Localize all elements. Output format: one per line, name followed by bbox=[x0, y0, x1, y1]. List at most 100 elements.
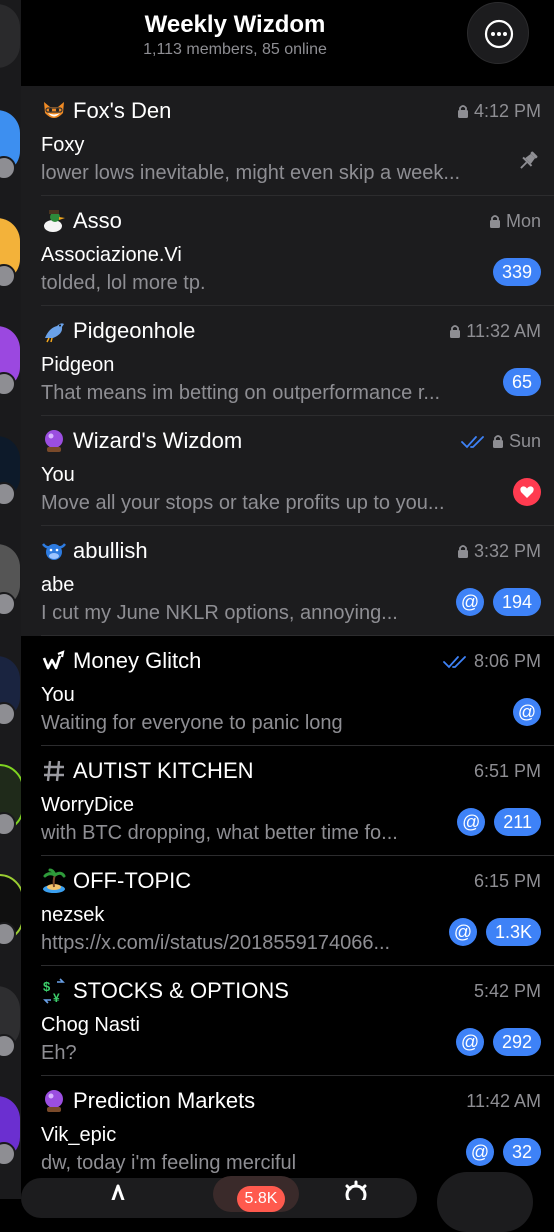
chat-title: Asso bbox=[73, 208, 122, 233]
unread-count-badge: 339 bbox=[492, 258, 541, 286]
page-title[interactable]: Weekly Wizdom bbox=[21, 11, 449, 39]
chat-row[interactable]: OFF-TOPIC 6:15 PM nezsek https://x.com/i/st… bbox=[21, 856, 554, 966]
ellipsis-icon bbox=[484, 19, 514, 49]
chat-meta: 6:15 PM bbox=[474, 871, 541, 892]
unread-count-badge: 292 bbox=[492, 1028, 541, 1056]
mention-badge[interactable]: @ bbox=[465, 1138, 494, 1166]
lock-icon bbox=[450, 325, 461, 338]
chat-row[interactable]: Pidgeonhole 11:32 AM Pidgeon That means im … bbox=[21, 306, 554, 416]
mention-badge[interactable]: @ bbox=[457, 808, 486, 836]
folder-avatar[interactable] bbox=[0, 4, 20, 68]
contacts-icon[interactable] bbox=[105, 1184, 131, 1200]
heart-icon bbox=[520, 486, 534, 498]
at-sign-icon: @ bbox=[453, 921, 473, 942]
chat-badges: @194 bbox=[447, 588, 541, 616]
chat-row[interactable]: AUTIST KITCHEN 6:51 PM WorryDice with BTC d… bbox=[21, 746, 554, 856]
chats-tab[interactable]: 5.8K bbox=[213, 1176, 299, 1212]
chat-title: STOCKS & OPTIONS bbox=[73, 978, 289, 1003]
chat-title: abullish bbox=[73, 538, 148, 563]
chat-name: Asso bbox=[41, 208, 122, 234]
duck-emoji-icon bbox=[41, 208, 67, 234]
chat-row[interactable]: abullish 3:32 PM abe I cut my June NKLR opt… bbox=[21, 526, 554, 636]
more-options-button[interactable] bbox=[467, 2, 529, 64]
chat-name: Money Glitch bbox=[41, 648, 201, 674]
double-check-icon bbox=[443, 655, 466, 668]
chat-name: Fox's Den bbox=[41, 98, 171, 124]
currency-exchange-emoji-icon: $ ¥ bbox=[41, 978, 67, 1004]
chat-time: 11:42 AM bbox=[466, 1091, 541, 1111]
chat-sender: abe bbox=[41, 574, 75, 596]
chat-time: 11:32 AM bbox=[466, 321, 541, 341]
chat-badges: @ bbox=[504, 698, 541, 726]
lock-icon bbox=[489, 215, 500, 228]
chat-meta: 11:32 AM bbox=[449, 321, 541, 342]
at-sign-icon: @ bbox=[517, 701, 537, 722]
chat-badges bbox=[515, 148, 541, 174]
reaction-badge[interactable] bbox=[513, 478, 541, 506]
ox-emoji-icon bbox=[41, 538, 67, 564]
chat-row[interactable]: Prediction Markets 11:42 AM Vik_epic dw, to… bbox=[21, 1076, 554, 1186]
chat-time: Mon bbox=[505, 211, 541, 231]
chat-preview: I cut my June NKLR options, annoying... bbox=[41, 602, 398, 624]
chat-row[interactable]: Fox's Den 4:12 PM Foxy lower lows inevitabl… bbox=[21, 86, 554, 196]
pigeon-emoji-icon bbox=[41, 318, 67, 344]
chat-badges: 339 bbox=[484, 258, 541, 286]
mention-badge[interactable]: @ bbox=[455, 588, 484, 616]
search-button[interactable] bbox=[437, 1172, 533, 1232]
chat-preview: Eh? bbox=[41, 1042, 77, 1064]
chat-name: $ ¥ STOCKS & OPTIONS bbox=[41, 978, 289, 1004]
chat-title: OFF-TOPIC bbox=[73, 868, 192, 893]
chat-name: Wizard's Wizdom bbox=[41, 428, 242, 454]
chat-row[interactable]: Asso Mon Associazione.Vi tolded, lol more t… bbox=[21, 196, 554, 306]
unread-count-badge: 65 bbox=[502, 368, 541, 396]
crystal-ball-emoji-icon bbox=[41, 428, 67, 454]
chat-title: AUTIST KITCHEN bbox=[73, 758, 254, 783]
chat-row[interactable]: Wizard's Wizdom Sun You Move all your stops… bbox=[21, 416, 554, 526]
unread-badge: 5.8K bbox=[237, 1186, 285, 1212]
mention-badge[interactable]: @ bbox=[455, 1028, 484, 1056]
chat-meta: Mon bbox=[489, 211, 541, 232]
chat-sender: nezsek bbox=[41, 904, 105, 926]
chat-meta: 4:12 PM bbox=[457, 101, 541, 122]
mention-badge[interactable]: @ bbox=[448, 918, 477, 946]
settings-gear-icon[interactable] bbox=[341, 1180, 371, 1200]
chat-time: Sun bbox=[508, 431, 541, 451]
lock-icon bbox=[457, 545, 468, 558]
chat-meta: 8:06 PM bbox=[443, 651, 541, 672]
chat-badges: @211 bbox=[448, 808, 541, 836]
at-sign-icon: @ bbox=[460, 1031, 480, 1052]
at-sign-icon: @ bbox=[460, 591, 480, 612]
chat-name: OFF-TOPIC bbox=[41, 868, 191, 894]
hashtag-icon bbox=[41, 758, 67, 784]
svg-text:¥: ¥ bbox=[53, 991, 60, 1004]
at-sign-icon: @ bbox=[470, 1141, 490, 1162]
chat-sender: You bbox=[41, 464, 75, 486]
chat-time: 5:42 PM bbox=[473, 981, 541, 1001]
chat-name: Prediction Markets bbox=[41, 1088, 255, 1114]
chat-sender: You bbox=[41, 684, 75, 706]
unread-count-badge: 1.3K bbox=[485, 918, 541, 946]
unread-count-badge: 211 bbox=[494, 808, 541, 836]
chat-preview: https://x.com/i/status/2018559174066... bbox=[41, 932, 391, 954]
chat-badges bbox=[504, 478, 541, 506]
chat-name: AUTIST KITCHEN bbox=[41, 758, 254, 784]
chat-time: 6:15 PM bbox=[473, 871, 541, 891]
chat-sender: Associazione.Vi bbox=[41, 244, 182, 266]
chat-row[interactable]: Money Glitch 8:06 PM You Waiting for everyo… bbox=[21, 636, 554, 746]
mention-badge[interactable]: @ bbox=[513, 698, 541, 726]
chat-badges: @292 bbox=[447, 1028, 541, 1056]
chat-sender: Foxy bbox=[41, 134, 85, 156]
tab-bar: 5.8K bbox=[21, 1172, 554, 1232]
chat-badges: @1.3K bbox=[440, 918, 541, 946]
chat-header: Weekly Wizdom 1,113 members, 85 online bbox=[21, 0, 554, 84]
chat-meta: Sun bbox=[461, 431, 541, 452]
chat-meta: 6:51 PM bbox=[474, 761, 541, 782]
chat-row[interactable]: $ ¥ STOCKS & OPTIONS 5:42 PM Chog Nasti Eh? @2… bbox=[21, 966, 554, 1076]
chat-name: abullish bbox=[41, 538, 148, 564]
member-count: 1,113 members, 85 online bbox=[143, 41, 327, 58]
chat-preview: That means im betting on outperformance … bbox=[41, 382, 441, 404]
svg-text:$: $ bbox=[43, 979, 51, 994]
chat-time: 8:06 PM bbox=[473, 651, 541, 671]
lock-icon bbox=[457, 105, 468, 118]
unread-count-badge: 194 bbox=[492, 588, 541, 616]
